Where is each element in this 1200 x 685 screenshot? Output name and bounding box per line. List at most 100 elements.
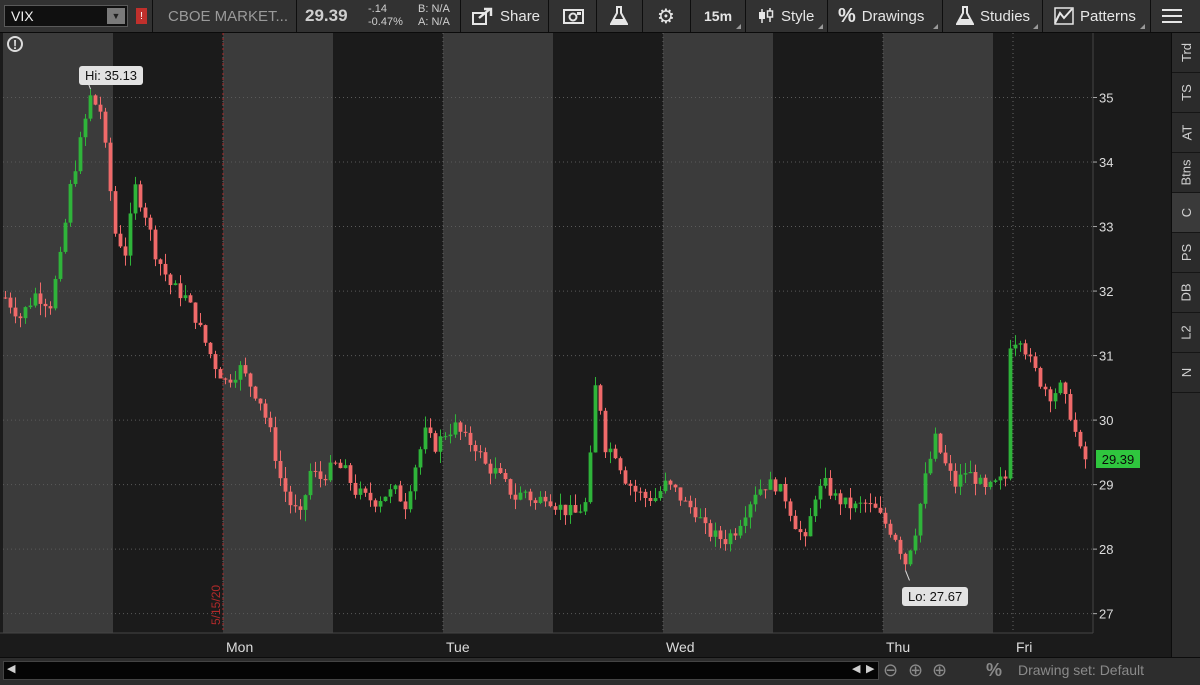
candle-body (293, 505, 298, 507)
scroll-right-icon[interactable]: ▶ (866, 662, 874, 675)
candle-body (8, 297, 13, 308)
share-button[interactable]: Share (472, 0, 540, 32)
side-tab-n[interactable]: N (1172, 353, 1200, 393)
percent-icon: % (838, 4, 856, 27)
zoom-out-icon[interactable]: ⊖ (883, 660, 898, 681)
candle-body (418, 449, 423, 468)
style-button[interactable]: Style (757, 0, 814, 32)
scroll-left-icon[interactable]: ◀ (852, 662, 860, 675)
candle-body (363, 488, 368, 493)
candle-body (13, 307, 18, 317)
candle-body (928, 458, 933, 474)
candle-body (298, 506, 303, 510)
horizontal-scrollbar[interactable]: ◀ ◀ ▶ (3, 661, 879, 680)
chevron-down-icon[interactable]: ▼ (107, 8, 125, 24)
patterns-icon (1054, 7, 1074, 25)
candle-body (863, 502, 868, 504)
chart-area[interactable]: 5/15/20 27 28 29 30 31 32 33 34 35 Mon Tue Wed Thu Fri (0, 33, 1170, 657)
candle-body (93, 95, 98, 105)
menu-button[interactable] (1162, 0, 1182, 32)
price-chart[interactable]: 5/15/20 27 28 29 30 31 32 33 34 35 Mon Tue Wed Thu Fri (0, 33, 1170, 657)
side-tab-btns[interactable]: Btns (1172, 153, 1200, 193)
candle-body (543, 496, 548, 502)
interval-button[interactable]: 15m (704, 0, 732, 32)
divider (596, 0, 597, 32)
candle-body (663, 480, 668, 492)
last-price: 29.39 (305, 6, 348, 25)
share-icon (472, 7, 493, 25)
side-tab-label: Btns (1178, 159, 1194, 186)
candle-body (378, 501, 383, 507)
candle-body (398, 485, 403, 502)
divider (1042, 0, 1043, 32)
candle-body (58, 251, 63, 279)
candle-body (503, 472, 508, 480)
change-value: -.14 (368, 3, 387, 15)
candle-body (338, 462, 343, 469)
studies-button[interactable]: Studies (956, 0, 1030, 32)
side-tab-ts[interactable]: TS (1172, 73, 1200, 113)
candle-body (118, 233, 123, 247)
side-tab-c[interactable]: C (1172, 193, 1200, 233)
candle-body (193, 302, 198, 323)
candle-body (468, 432, 473, 446)
candle-body (143, 207, 148, 218)
patterns-button[interactable]: Patterns (1054, 0, 1136, 32)
candle-body (463, 431, 468, 433)
candle-body (993, 480, 998, 482)
percent-icon[interactable]: % (986, 660, 1002, 681)
scroll-left-icon[interactable]: ◀ (7, 662, 15, 675)
candle-body (48, 306, 53, 309)
zoom-in-icon[interactable]: ⊕ (932, 660, 947, 681)
divider (690, 0, 691, 32)
candle-body (358, 488, 363, 495)
candle-body (818, 485, 823, 500)
drawings-button[interactable]: % Drawings (838, 0, 924, 32)
candle-body (888, 523, 893, 535)
side-tab-db[interactable]: DB (1172, 273, 1200, 313)
candle-body (403, 501, 408, 510)
crosshair-icon[interactable]: ⊕ (908, 660, 923, 681)
candle-body (938, 433, 943, 453)
candle-body (488, 463, 493, 474)
candle-body (183, 295, 188, 299)
symbol-input[interactable]: VIX ▼ (4, 5, 128, 27)
divider (642, 0, 643, 32)
candle-body (633, 485, 638, 492)
candlestick-icon (759, 8, 774, 23)
side-tab-at[interactable]: AT (1172, 113, 1200, 153)
candle-body (898, 539, 903, 554)
candle-body (1078, 431, 1083, 447)
divider (942, 0, 943, 32)
candle-body (153, 229, 158, 260)
candle-body (458, 422, 463, 432)
x-tick-label: Wed (666, 639, 695, 655)
flask-button[interactable] (610, 0, 628, 32)
side-tab-trd[interactable]: Trd (1172, 33, 1200, 73)
candle-body (88, 95, 93, 119)
y-tick-label: 29 (1099, 478, 1113, 493)
candle-body (33, 293, 38, 306)
candle-body (383, 496, 388, 502)
candle-body (278, 460, 283, 479)
alert-icon[interactable]: ! (7, 36, 23, 52)
settings-button[interactable]: ⚙ (657, 0, 675, 32)
candle-body (808, 516, 813, 537)
session-band (663, 33, 773, 633)
candle-body (918, 503, 923, 536)
y-tick-label: 33 (1099, 220, 1113, 235)
week-marker-date: 5/15/20 (209, 585, 223, 625)
candle-body (283, 478, 288, 492)
candle-body (493, 468, 498, 474)
candle-body (673, 484, 678, 488)
candle-body (1033, 356, 1038, 368)
snapshot-button[interactable] (563, 0, 585, 32)
side-tab-l2[interactable]: L2 (1172, 313, 1200, 353)
candle-body (1003, 476, 1008, 479)
link-flag-icon[interactable]: ! (136, 8, 147, 24)
candle-body (478, 451, 483, 453)
candle-body (548, 501, 553, 507)
candle-body (698, 517, 703, 519)
candle-body (648, 498, 653, 501)
side-tab-ps[interactable]: PS (1172, 233, 1200, 273)
